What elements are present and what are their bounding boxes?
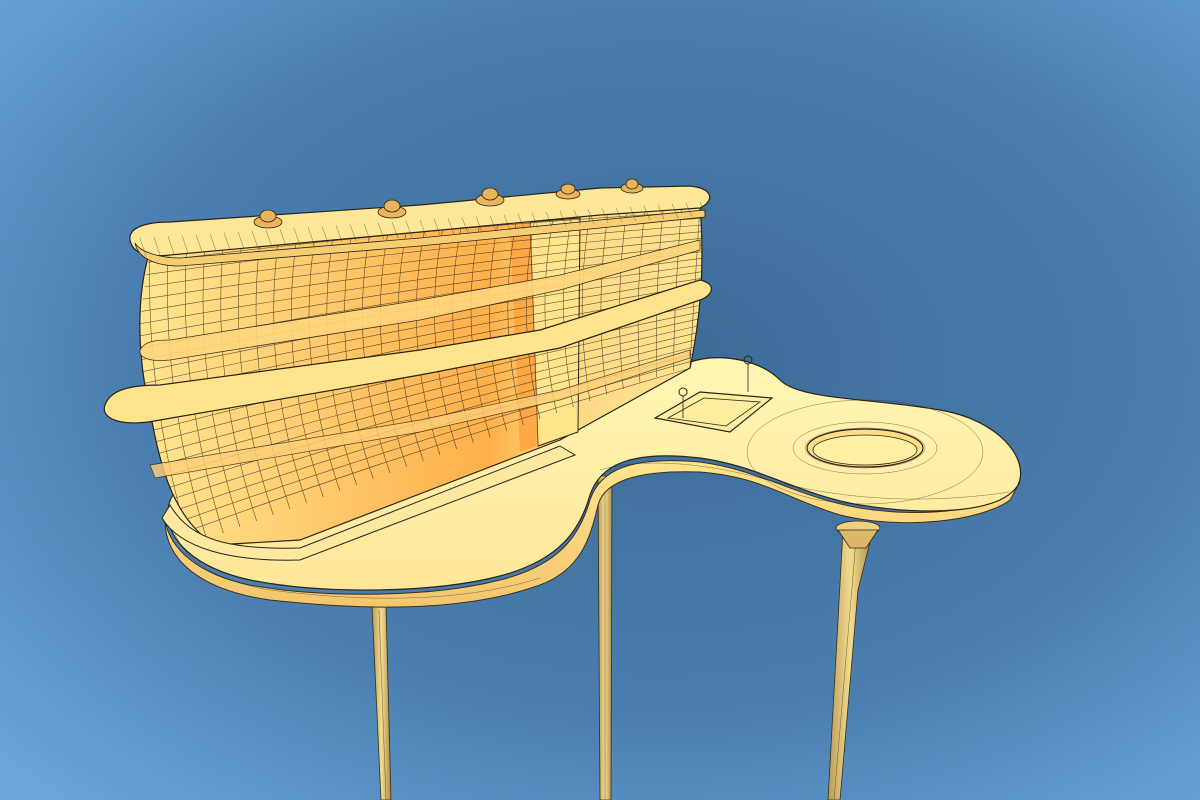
3d-viewport[interactable] xyxy=(0,0,1200,800)
round-basin-opening xyxy=(806,428,924,468)
render-canvas xyxy=(0,0,1200,800)
